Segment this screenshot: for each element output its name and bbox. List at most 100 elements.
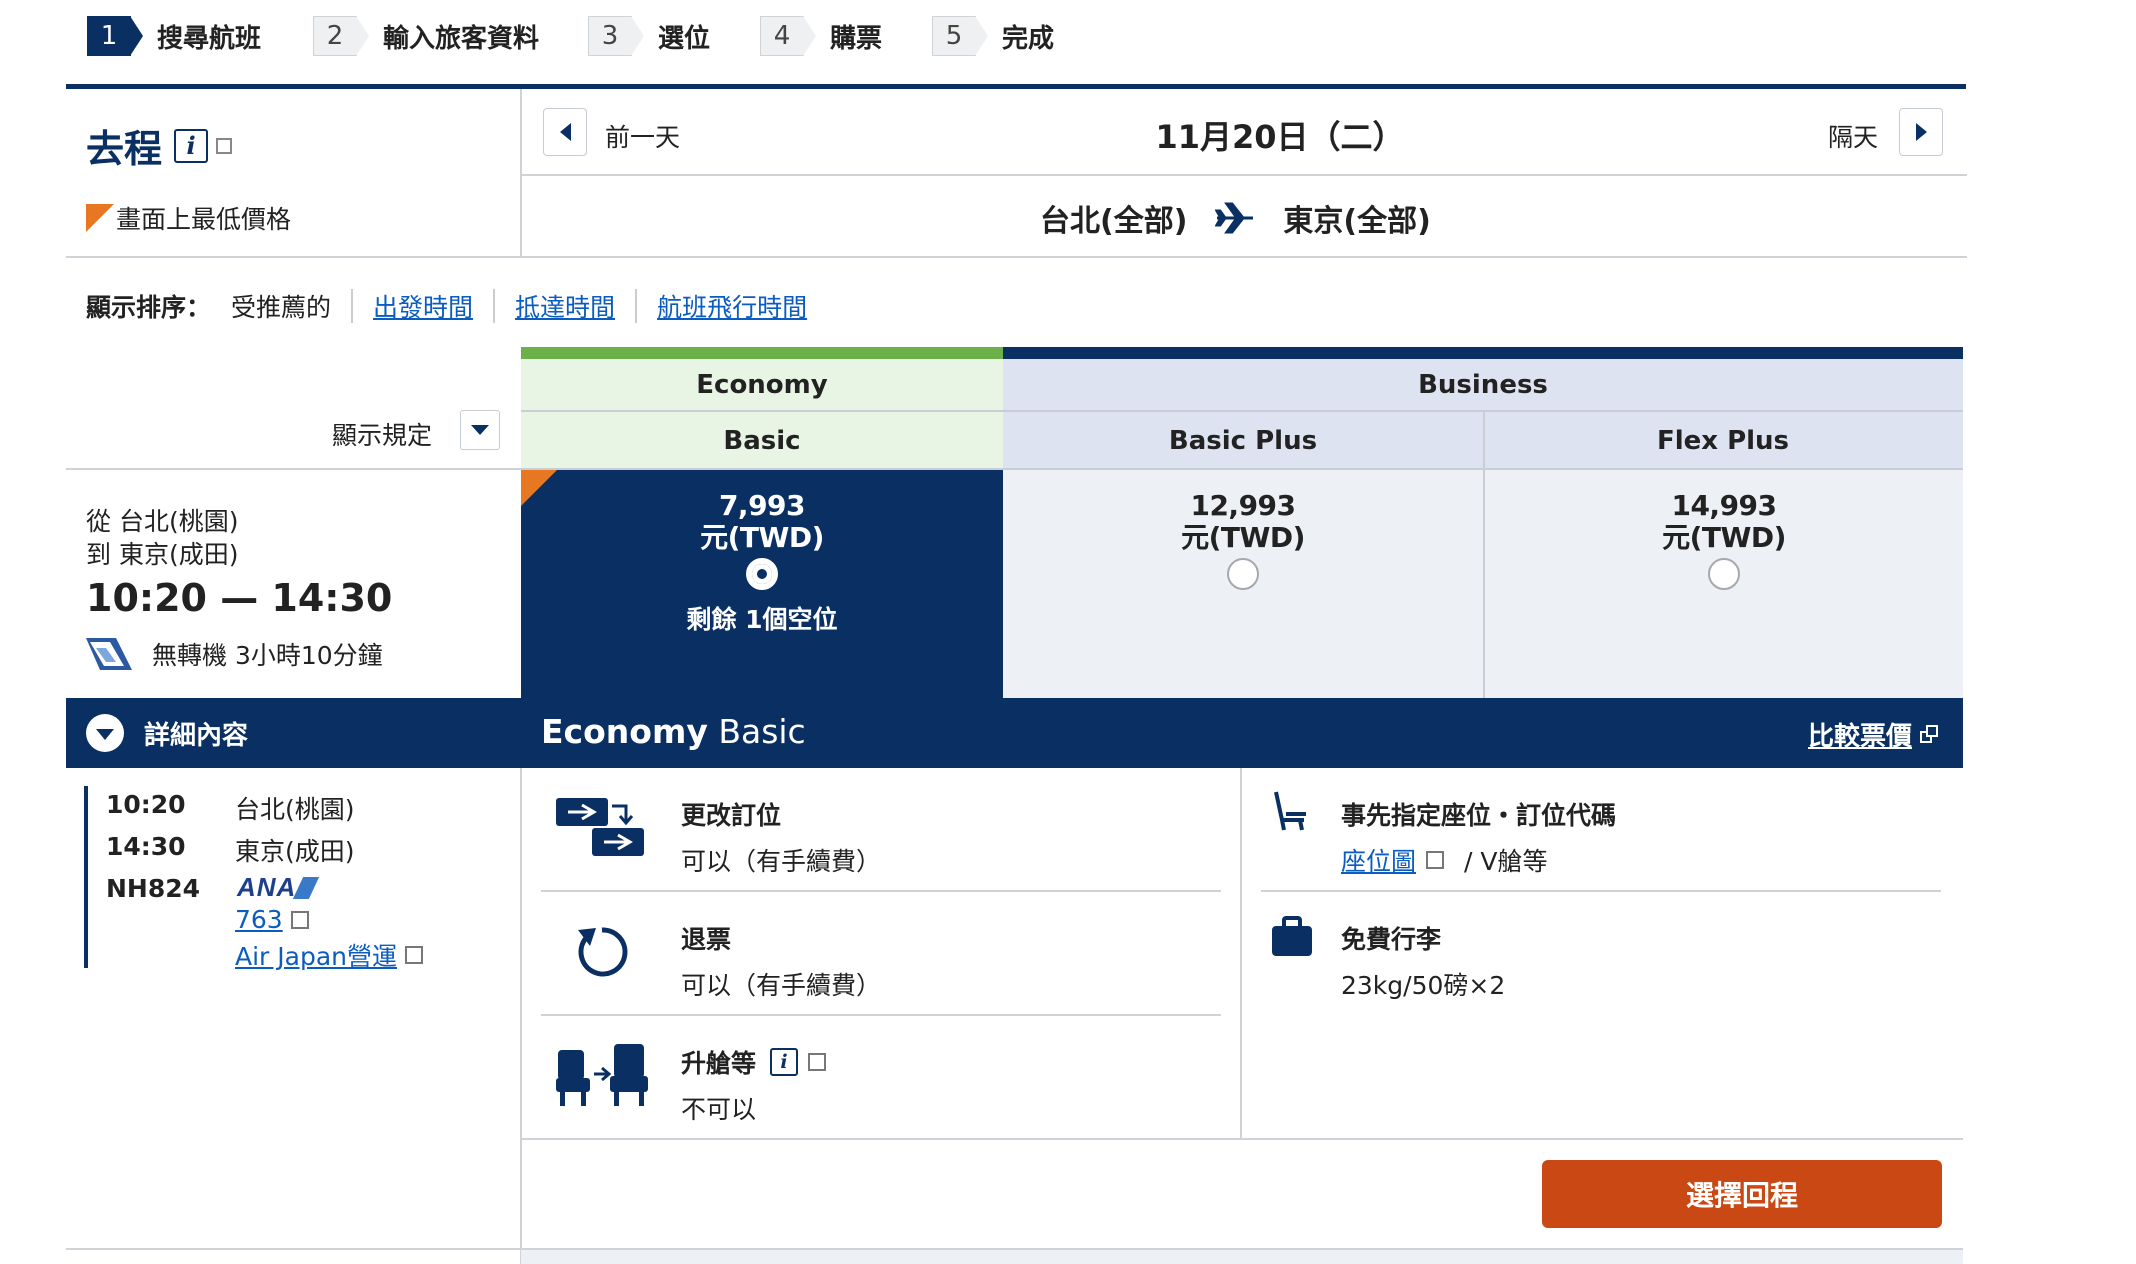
divider <box>541 1014 1221 1016</box>
upgrade-seat-icon <box>556 1044 650 1112</box>
fare-flex-plus-header: Flex Plus <box>1483 412 1963 469</box>
fare-radio[interactable] <box>1227 558 1259 590</box>
baggage-icon <box>1270 914 1314 962</box>
fare-basic-plus-header: Basic Plus <box>1003 412 1483 469</box>
info-icon[interactable]: i <box>770 1048 799 1076</box>
fare-detail-title: Economy Basic <box>541 712 806 751</box>
chevron-down-circle-icon <box>86 714 124 752</box>
booking-class: / V艙等 <box>1464 847 1548 876</box>
column-divider <box>520 698 522 1264</box>
aircraft-type[interactable]: 763 <box>235 905 283 934</box>
step-number: 4 <box>760 16 816 56</box>
divider <box>521 1138 1963 1140</box>
refund: 退票 可以（有手續費） <box>681 920 881 1002</box>
step-purchase: 4 購票 <box>760 14 882 58</box>
step-label: 輸入旅客資料 <box>383 23 540 54</box>
step-seat-selection: 3 選位 <box>588 14 710 58</box>
change-booking-title: 更改訂位 <box>681 801 782 830</box>
fare-basic-header: Basic <box>521 412 1003 469</box>
external-link-icon <box>290 910 309 929</box>
select-return-button[interactable]: 選擇回程 <box>1542 1160 1942 1228</box>
next-day-button[interactable] <box>1899 108 1943 156</box>
column-divider <box>520 89 522 257</box>
baggage: 免費行李 23kg/50磅×2 <box>1341 920 1505 1002</box>
external-link-icon <box>1426 851 1445 869</box>
economy-bar <box>521 347 1003 359</box>
compare-fares-link[interactable]: 比較票價 <box>1808 716 1912 753</box>
chevron-down-icon <box>471 425 489 435</box>
lowest-price-legend: 畫面上最低價格 <box>86 200 291 236</box>
operator-link[interactable]: Air Japan營運 <box>235 937 423 973</box>
step-passenger-info: 2 輸入旅客資料 <box>313 14 539 58</box>
header-divider <box>66 84 1966 89</box>
separator <box>635 289 638 323</box>
chevron-right-icon <box>1915 123 1927 141</box>
fare-price: 12,993 <box>1190 489 1296 522</box>
sort-departure-time[interactable]: 出發時間 <box>373 288 473 324</box>
separator <box>493 289 496 323</box>
route-to: 東京(全部) <box>1283 204 1431 239</box>
seat-assignment-title: 事先指定座位・訂位代碼 <box>1341 801 1617 830</box>
current-date: 11月20日（二） <box>1155 118 1405 156</box>
sort-flight-duration[interactable]: 航班飛行時間 <box>657 288 807 324</box>
aircraft-link[interactable]: 763 <box>235 905 309 934</box>
ana-logo: ANA <box>237 872 320 903</box>
sort-arrival-time[interactable]: 抵達時間 <box>515 288 615 324</box>
change-booking-value: 可以（有手續費） <box>681 847 882 876</box>
baggage-value: 23kg/50磅×2 <box>1341 971 1506 1000</box>
seat-icon <box>1270 790 1310 838</box>
upgrade-title: 升艙等 <box>681 1049 757 1078</box>
fare-currency: 元(TWD) <box>1662 521 1786 554</box>
segment-line <box>84 786 88 968</box>
flight-route-summary: 從 台北(桃園) 到 東京(成田) <box>86 505 238 571</box>
operator-name[interactable]: Air Japan營運 <box>235 937 397 973</box>
flight-number: NH824 <box>106 874 201 903</box>
business-bar <box>1003 347 1963 359</box>
upgrade: 升艙等 i 不可以 <box>681 1044 827 1126</box>
external-link-icon <box>405 946 423 964</box>
fare-detail-fare: Basic <box>707 712 806 751</box>
step-label: 搜尋航班 <box>157 23 262 54</box>
fare-radio[interactable] <box>1708 558 1740 590</box>
details-bar <box>66 698 1963 768</box>
fare-currency: 元(TWD) <box>1181 521 1305 554</box>
fare-price: 14,993 <box>1671 489 1777 522</box>
fare-radio[interactable] <box>746 558 778 590</box>
refund-title: 退票 <box>681 925 732 954</box>
seats-left: 剩餘 1個空位 <box>686 605 838 634</box>
stops-duration: 無轉機 3小時10分鐘 <box>152 641 383 670</box>
info-icon[interactable]: i <box>174 128 209 163</box>
fare-option-flex-plus[interactable]: 14,993 元(TWD) <box>1485 470 1963 698</box>
separator <box>351 289 354 323</box>
lowest-price-marker-icon <box>521 470 557 506</box>
change-booking: 更改訂位 可以（有手續費） <box>681 796 881 878</box>
prev-day-label[interactable]: 前一天 <box>605 118 680 154</box>
next-day-label[interactable]: 隔天 <box>1828 118 1878 154</box>
seat-assignment: 事先指定座位・訂位代碼 座位圖 / V艙等 <box>1341 796 1616 878</box>
external-link-icon <box>808 1053 827 1071</box>
fare-currency: 元(TWD) <box>700 521 824 554</box>
fare-option-basic-plus[interactable]: 12,993 元(TWD) <box>1003 470 1483 698</box>
ana-logo-text: ANA <box>237 872 297 902</box>
divider <box>66 256 1967 258</box>
route: 台北(全部) 東京(全部) <box>1040 196 1431 240</box>
details-toggle[interactable]: 詳細內容 <box>86 714 248 752</box>
fare-option-basic[interactable]: 7,993 元(TWD) 剩餘 1個空位 <box>521 470 1003 698</box>
step-number: 3 <box>588 16 644 56</box>
ana-stripe-icon <box>293 876 320 899</box>
baggage-title: 免費行李 <box>1341 925 1442 954</box>
fare-detail-cabin: Economy <box>541 712 708 751</box>
compare-fares[interactable]: 比較票價 <box>1808 716 1940 753</box>
step-complete: 5 完成 <box>932 14 1054 58</box>
flight-times: 10:20 — 14:30 <box>86 576 393 620</box>
step-number: 2 <box>313 16 369 56</box>
divider <box>521 174 1967 176</box>
sort-label: 顯示排序： <box>86 293 212 322</box>
outbound-title: 去程 <box>86 127 163 171</box>
show-rules-label[interactable]: 顯示規定 <box>332 416 432 452</box>
show-rules-dropdown[interactable] <box>460 410 500 450</box>
popup-window-icon <box>1920 724 1940 745</box>
seat-map-link[interactable]: 座位圖 <box>1341 842 1416 878</box>
flight-stops: 無轉機 3小時10分鐘 <box>86 636 383 672</box>
prev-day-button[interactable] <box>543 108 587 156</box>
